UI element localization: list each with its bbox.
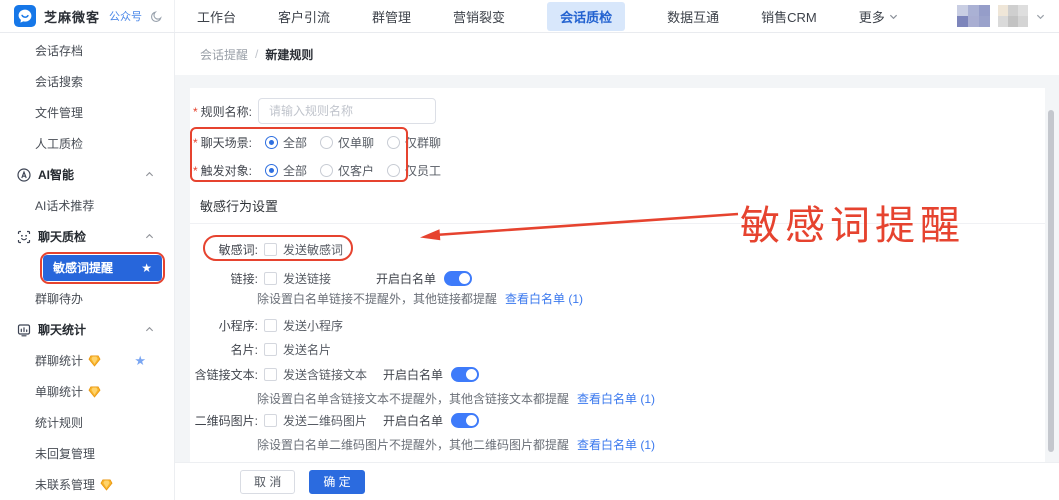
face-scan-icon — [17, 230, 31, 244]
sidebar-item-manual-qc[interactable]: 人工质检 — [0, 128, 174, 159]
breadcrumb: 会话提醒 / 新建规则 — [175, 33, 1059, 75]
sidebar-section-ai[interactable]: AI智能 — [0, 159, 174, 190]
radio-scene-all[interactable]: 全部 — [265, 134, 307, 151]
app-logo-icon — [14, 5, 36, 27]
rule-name-input[interactable] — [258, 98, 436, 124]
sidebar-item-sensitive-word-alert[interactable]: 敏感词提醒 ★ — [0, 252, 174, 283]
behavior-row-qrcode: 二维码图片: 发送二维码图片 开启白名单 — [190, 408, 1045, 432]
top-navigation: 工作台 客户引流 群管理 营销裂变 会话质检 数据互通 销售CRM 更多 — [197, 0, 898, 32]
rule-name-row: *规则名称: — [190, 99, 1045, 123]
nav-data-exchange[interactable]: 数据互通 — [667, 7, 719, 26]
sidebar-item-group-stats[interactable]: 群聊统计 ★ — [0, 345, 174, 376]
sidebar-item-files[interactable]: 文件管理 — [0, 97, 174, 128]
premium-gem-icon — [100, 479, 113, 491]
confirm-button[interactable]: 确 定 — [309, 470, 364, 494]
behavior-row-miniprogram: 小程序: 发送小程序 — [190, 313, 1045, 337]
radio-dot — [265, 136, 278, 149]
behavior-row-link: 链接: 发送链接 开启白名单 — [190, 266, 1045, 290]
annotation-box-sidebar: 敏感词提醒 ★ — [40, 252, 165, 284]
chevron-down-icon — [889, 12, 898, 21]
sidebar-item-stats-rules[interactable]: 统计规则 — [0, 407, 174, 438]
nav-marketing-fission[interactable]: 营销裂变 — [453, 7, 505, 26]
breadcrumb-current: 新建规则 — [265, 46, 313, 63]
sidebar-item-archive[interactable]: 会话存档 — [0, 35, 174, 66]
theme-moon-icon[interactable] — [150, 10, 163, 23]
behavior-row-link-text: 含链接文本: 发送含链接文本 开启白名单 — [190, 362, 1045, 386]
sidebar-item-search[interactable]: 会话搜索 — [0, 66, 174, 97]
sidebar-item-single-chat-stats[interactable]: 单聊统计 — [0, 376, 174, 407]
link-text-view-whitelist[interactable]: 查看白名单 (1) — [577, 390, 655, 407]
trigger-target-row: *触发对象: 全部 仅客户 仅员工 — [190, 158, 1045, 182]
required-mark: * — [193, 105, 198, 119]
app-window: 芝麻微客 公众号 工作台 客户引流 群管理 营销裂变 会话质检 数据互通 销售C… — [0, 0, 1059, 500]
chevron-up-icon[interactable] — [145, 232, 154, 241]
chat-scene-row: *聊天场景: 全部 仅单聊 仅群聊 — [190, 130, 1045, 154]
sidebar-section-chat-qc[interactable]: 聊天质检 — [0, 221, 174, 252]
nav-conversation-qc[interactable]: 会话质检 — [547, 2, 625, 31]
nav-customer-acquisition[interactable]: 客户引流 — [278, 7, 330, 26]
topbar: 芝麻微客 公众号 工作台 客户引流 群管理 营销裂变 会话质检 数据互通 销售C… — [0, 0, 1059, 33]
radio-target-all[interactable]: 全部 — [265, 162, 307, 179]
sidebar-section-chat-stats[interactable]: 聊天统计 — [0, 314, 174, 345]
link-whitelist-note: 除设置白名单链接不提醒外，其他链接都提醒 查看白名单 (1) — [257, 290, 583, 306]
link-text-checkbox[interactable] — [264, 368, 277, 381]
radio-target-customer[interactable]: 仅客户 — [320, 162, 374, 179]
avatar — [957, 5, 990, 27]
sidebar-item-group-todo[interactable]: 群聊待办 — [0, 283, 174, 314]
section-title-sensitive-behavior: 敏感行为设置 — [200, 196, 278, 215]
qrcode-whitelist-toggle[interactable] — [451, 413, 479, 428]
chevron-up-icon[interactable] — [145, 325, 154, 334]
business-card-checkbox[interactable] — [264, 343, 277, 356]
miniprogram-checkbox[interactable] — [264, 319, 277, 332]
breadcrumb-separator: / — [255, 47, 258, 61]
radio-scene-group[interactable]: 仅群聊 — [387, 134, 441, 151]
link-text-whitelist-note: 除设置白名单含链接文本不提醒外，其他含链接文本都提醒 查看白名单 (1) — [257, 390, 655, 406]
brand-tag[interactable]: 公众号 — [109, 8, 142, 24]
nav-workbench[interactable]: 工作台 — [197, 7, 236, 26]
behavior-row-card: 名片: 发送名片 — [190, 337, 1045, 361]
sensitive-word-checkbox[interactable] — [264, 243, 277, 256]
radio-dot — [320, 164, 333, 177]
radio-target-staff[interactable]: 仅员工 — [387, 162, 441, 179]
form-footer: 取 消 确 定 — [175, 462, 1059, 500]
star-icon[interactable]: ★ — [141, 261, 152, 275]
user-account[interactable] — [957, 5, 1045, 27]
cancel-button[interactable]: 取 消 — [240, 470, 295, 494]
radio-dot — [387, 164, 400, 177]
link-checkbox[interactable] — [264, 272, 277, 285]
chart-board-icon — [17, 323, 31, 337]
sidebar-item-ai-scripts[interactable]: AI话术推荐 — [0, 190, 174, 221]
nav-group-management[interactable]: 群管理 — [372, 7, 411, 26]
vertical-scrollbar[interactable] — [1048, 110, 1054, 452]
rule-form-card: *规则名称: *聊天场景: 全部 仅单聊 仅群聊 *触发对象: 全部 仅客户 仅… — [190, 88, 1045, 462]
link-whitelist-toggle[interactable] — [444, 271, 472, 286]
radio-scene-single[interactable]: 仅单聊 — [320, 134, 374, 151]
sidebar-item-uncontacted[interactable]: 未联系管理 — [0, 469, 174, 500]
ai-circle-icon — [17, 168, 31, 182]
breadcrumb-parent[interactable]: 会话提醒 — [200, 46, 248, 63]
nav-sales-crm[interactable]: 销售CRM — [761, 7, 817, 26]
user-name-redacted — [998, 5, 1028, 27]
annotation-callout-text: 敏感词提醒 — [740, 193, 965, 251]
qrcode-whitelist-note: 除设置白名单二维码图片不提醒外，其他二维码图片都提醒 查看白名单 (1) — [257, 436, 655, 452]
link-text-whitelist-toggle[interactable] — [451, 367, 479, 382]
qrcode-checkbox[interactable] — [264, 414, 277, 427]
qrcode-view-whitelist[interactable]: 查看白名单 (1) — [577, 436, 655, 453]
sidebar: 会话存档 会话搜索 文件管理 人工质检 AI智能 AI话术推荐 聊天质检 敏感词… — [0, 33, 175, 500]
premium-gem-icon — [88, 386, 101, 398]
brand-name: 芝麻微客 — [44, 7, 100, 26]
nav-more[interactable]: 更多 — [859, 7, 898, 26]
radio-dot — [265, 164, 278, 177]
premium-gem-icon — [88, 355, 101, 367]
chevron-up-icon[interactable] — [145, 170, 154, 179]
radio-dot — [320, 136, 333, 149]
link-view-whitelist[interactable]: 查看白名单 (1) — [505, 290, 583, 307]
radio-dot — [387, 136, 400, 149]
sidebar-item-unreplied[interactable]: 未回复管理 — [0, 438, 174, 469]
main-content: 会话提醒 / 新建规则 *规则名称: *聊天场景: 全部 仅单聊 仅群聊 *触发… — [175, 33, 1059, 500]
brand-area: 芝麻微客 公众号 — [0, 0, 175, 32]
star-icon[interactable]: ★ — [134, 353, 146, 369]
chevron-down-icon — [1036, 12, 1045, 21]
